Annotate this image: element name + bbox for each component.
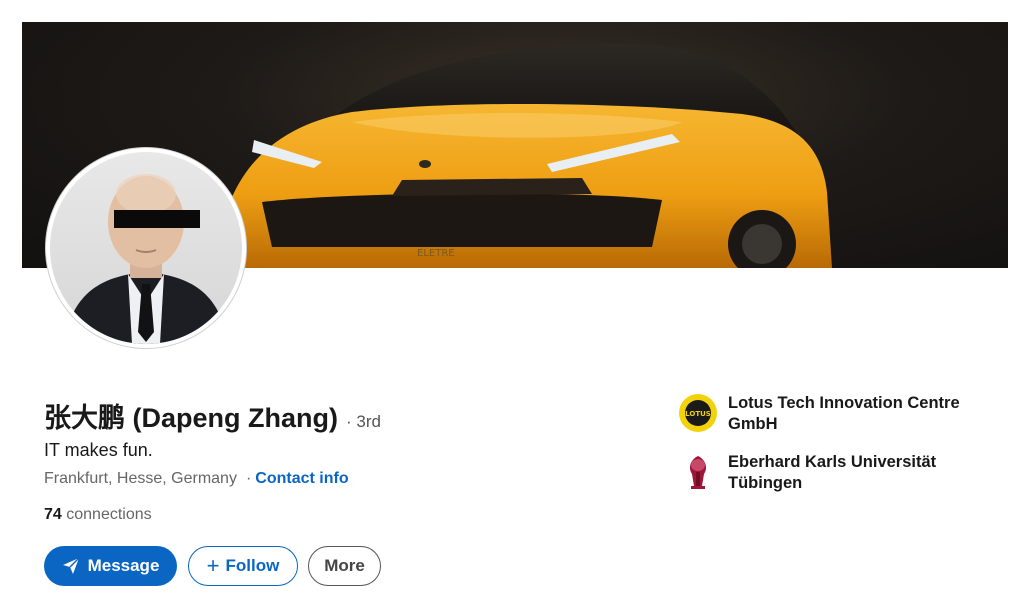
profile-headline: IT makes fun. [44, 440, 153, 460]
org-name: Lotus Tech Innovation Centre GmbH [728, 394, 960, 433]
message-label: Message [87, 556, 160, 575]
message-button[interactable]: Message [44, 546, 177, 586]
lotus-logo-text: LOTUS [685, 410, 711, 418]
contact-info-link[interactable]: Contact info [255, 470, 348, 488]
avatar[interactable] [50, 152, 242, 344]
more-button[interactable]: More [308, 546, 381, 586]
censor-bar [114, 210, 200, 228]
lotus-logo-icon: LOTUS [679, 394, 717, 432]
send-icon [62, 557, 80, 574]
plus-icon: + [206, 553, 220, 578]
profile-name: 张大鹏 (Dapeng Zhang) [44, 403, 338, 433]
org-education[interactable]: Eberhard Karls Universität Tübingen [678, 452, 998, 494]
profile-location: Frankfurt, Hesse, Germany [44, 470, 237, 487]
connection-degree: · 3rd [345, 412, 381, 431]
person-photo [64, 174, 228, 344]
location-separator: · [245, 470, 252, 487]
org-current-company[interactable]: LOTUS Lotus Tech Innovation Centre GmbH [678, 393, 998, 435]
follow-button[interactable]: + Follow [188, 546, 298, 586]
org-name: Eberhard Karls Universität Tübingen [728, 453, 937, 492]
location-row: Frankfurt, Hesse, Germany · Contact info [44, 470, 349, 488]
follow-label: Follow [225, 556, 280, 575]
connections-label: connections [66, 506, 152, 523]
name-row: 张大鹏 (Dapeng Zhang) · 3rd [44, 396, 381, 435]
plate-text: ELETRE [417, 248, 455, 259]
more-label: More [324, 556, 365, 575]
connections-number: 74 [44, 506, 62, 523]
university-crest-icon [690, 456, 706, 489]
connections-count[interactable]: 74 connections [44, 506, 152, 524]
